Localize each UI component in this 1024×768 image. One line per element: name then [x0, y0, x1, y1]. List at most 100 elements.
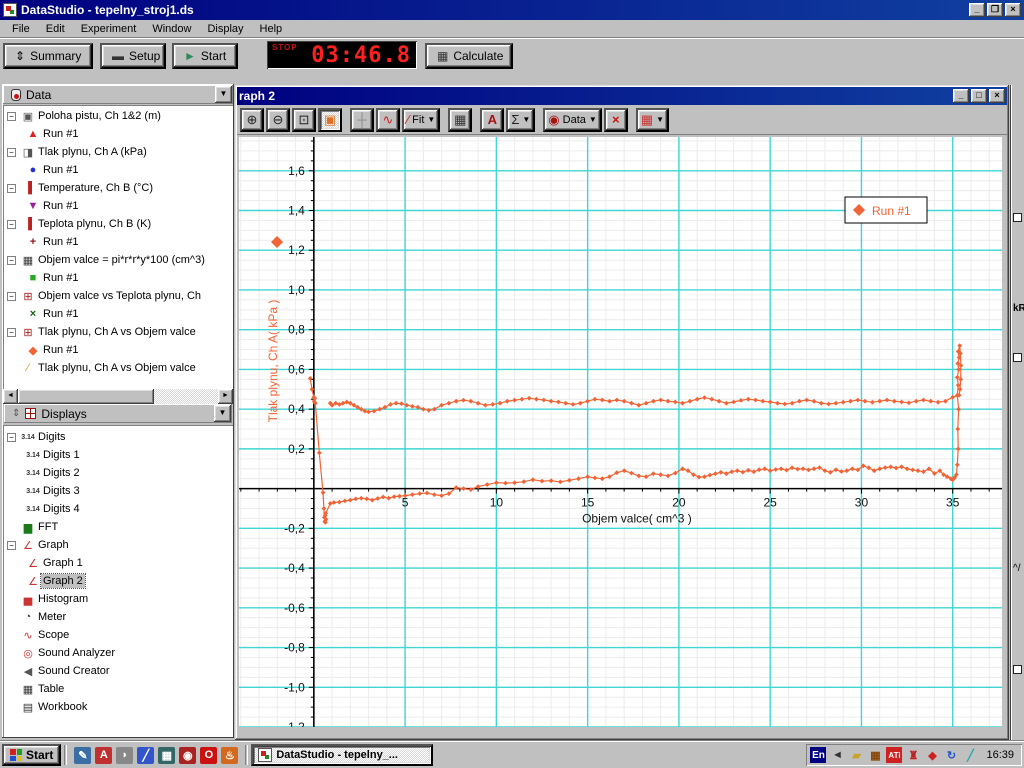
tray-scheduler-icon[interactable]: ▦ [867, 747, 883, 763]
displays-tree-item-sound-creator[interactable]: ◀Sound Creator [3, 662, 233, 680]
quicklaunch-flame-icon[interactable]: ♨ [221, 747, 238, 764]
menu-file[interactable]: File [4, 21, 38, 37]
menu-help[interactable]: Help [252, 21, 291, 37]
data-tree-item[interactable]: −▣Poloha pistu, Ch 1&2 (m) [3, 107, 233, 125]
datastudio-task-button[interactable]: DataStudio - tepelny_... [251, 744, 433, 766]
lock-axes-button[interactable]: ▣ [318, 108, 342, 132]
displays-tree-item-digits-3[interactable]: 3.14Digits 3 [3, 482, 233, 500]
tree-expand-toggle[interactable]: − [7, 328, 16, 337]
display-label: Sound Creator [36, 664, 112, 678]
data-tree-item[interactable]: −⊞Tlak plynu, Ch A vs Objem valce [3, 323, 233, 341]
run-item[interactable]: +Run #1 [3, 233, 233, 251]
quicklaunch-calculator-icon[interactable]: ▦ [158, 747, 175, 764]
delete-button[interactable]: × [604, 108, 628, 132]
chart-plot-area[interactable]: 1,61,41,21,00,80,60,40,2-0,2-0,4-0,6-0,8… [239, 137, 1002, 727]
data-tree-item[interactable]: −▐Temperature, Ch B (°C) [3, 179, 233, 197]
scrollbar-thumb[interactable] [18, 389, 154, 404]
tree-expand-toggle[interactable]: − [7, 220, 16, 229]
run-item[interactable]: ●Run #1 [3, 161, 233, 179]
data-tree-item[interactable]: −▦Objem valce = pi*r*r*y*100 (cm^3) [3, 251, 233, 269]
tree-expand-toggle[interactable]: − [7, 256, 16, 265]
displays-tree-item-digits-1[interactable]: 3.14Digits 1 [3, 446, 233, 464]
displays-tree-item-digits-2[interactable]: 3.14Digits 2 [3, 464, 233, 482]
zoom-out-button[interactable]: ⊖ [266, 108, 290, 132]
displays-tree-item-workbook[interactable]: ▤Workbook [3, 698, 233, 716]
volume-icon[interactable]: ◄ [829, 747, 845, 763]
tray-line-icon[interactable]: ╱ [962, 747, 978, 763]
displays-tree-item-graph-2[interactable]: ∠Graph 2 [3, 572, 233, 590]
smart-tool-button[interactable]: ┼ [350, 108, 374, 132]
menu-experiment[interactable]: Experiment [73, 21, 145, 37]
displays-tree-item-sound-analyzer[interactable]: ◎Sound Analyzer [3, 644, 233, 662]
calculator-button[interactable]: ▦ [448, 108, 472, 132]
scroll-right-arrow[interactable]: ► [218, 389, 233, 404]
displays-tree-item-meter[interactable]: ◔Meter [3, 608, 233, 626]
tray-brush-icon[interactable]: ▰ [848, 747, 864, 763]
displays-panel-header[interactable]: ⇕ Displays ▼ [4, 404, 232, 423]
tree-expand-toggle[interactable]: − [7, 148, 16, 157]
fit-dropdown[interactable]: ∕Fit▼ [402, 108, 440, 132]
tree-expand-toggle[interactable]: − [7, 541, 16, 550]
data-tree-item[interactable]: ∕Tlak plynu, Ch A vs Objem valce [3, 359, 233, 377]
displays-tree-item-digits[interactable]: −3.14Digits [3, 428, 233, 446]
run-item[interactable]: ◆Run #1 [3, 341, 233, 359]
text-annotation-button[interactable]: A [480, 108, 504, 132]
data-header-dropdown[interactable]: ▼ [215, 86, 232, 103]
displays-tree-item-graph-1[interactable]: ∠Graph 1 [3, 554, 233, 572]
quicklaunch-opera-icon[interactable]: O [200, 747, 217, 764]
displays-tree-item-scope[interactable]: ∿Scope [3, 626, 233, 644]
data-tree-item[interactable]: −▐Teplota plynu, Ch B (K) [3, 215, 233, 233]
graph-titlebar[interactable]: raph 2 _ □ × [237, 87, 1007, 105]
tray-ati-icon[interactable]: ATi [886, 747, 902, 763]
displays-tree-item-fft[interactable]: ▆FFT [3, 518, 233, 536]
setup-button[interactable]: ▬ Setup [100, 43, 166, 69]
data-panel-header[interactable]: Data ▼ [3, 85, 233, 104]
tree-expand-toggle[interactable]: − [7, 184, 16, 193]
quicklaunch-notes-icon[interactable]: ✎ [74, 747, 91, 764]
tree-expand-toggle[interactable]: − [7, 292, 16, 301]
run-item[interactable]: ▲Run #1 [3, 125, 233, 143]
menu-window[interactable]: Window [144, 21, 199, 37]
summary-button[interactable]: ⇕ Summary [3, 43, 93, 69]
data-tree-hscrollbar[interactable]: ◄ ► [3, 389, 233, 404]
restore-button[interactable]: ❐ [987, 3, 1003, 17]
data-tree-item[interactable]: −◨Tlak plynu, Ch A (kPa) [3, 143, 233, 161]
run-item[interactable]: ×Run #1 [3, 305, 233, 323]
graph-minimize-button[interactable]: _ [953, 89, 969, 103]
minimize-button[interactable]: _ [969, 3, 985, 17]
quicklaunch-pen-icon[interactable]: ╱ [137, 747, 154, 764]
tray-diamond-icon[interactable]: ◆ [924, 747, 940, 763]
zoom-select-button[interactable]: ⊡ [292, 108, 316, 132]
displays-tree-item-table[interactable]: ▦Table [3, 680, 233, 698]
graph-settings-dropdown[interactable]: ▦▼ [636, 108, 669, 132]
quicklaunch-acrobat-icon[interactable]: A [95, 747, 112, 764]
start-menu-button[interactable]: Start [2, 744, 61, 766]
start-button[interactable]: ► Start [172, 43, 238, 69]
graph-close-button[interactable]: × [989, 89, 1005, 103]
displays-header-dropdown[interactable]: ▼ [214, 405, 231, 422]
tray-figure-icon[interactable]: ♜ [905, 747, 921, 763]
displays-tree-item-histogram[interactable]: ▅Histogram [3, 590, 233, 608]
displays-tree-item-digits-4[interactable]: 3.14Digits 4 [3, 500, 233, 518]
run-item[interactable]: ■Run #1 [3, 269, 233, 287]
tree-expand-toggle[interactable]: − [7, 112, 16, 121]
close-button[interactable]: × [1005, 3, 1021, 17]
run-item[interactable]: ▼Run #1 [3, 197, 233, 215]
language-indicator[interactable]: En [810, 747, 826, 763]
displays-tree-item-graph[interactable]: −∠Graph [3, 536, 233, 554]
menu-display[interactable]: Display [199, 21, 251, 37]
tree-expand-toggle[interactable]: − [7, 433, 16, 442]
splitter-icon[interactable]: ⇕ [12, 408, 20, 419]
calculate-button[interactable]: ▦ Calculate [425, 43, 513, 69]
zoom-in-button[interactable]: ⊕ [240, 108, 264, 132]
data-tree-item[interactable]: −⊞Objem valce vs Teplota plynu, Ch [3, 287, 233, 305]
quicklaunch-red-icon[interactable]: ◉ [179, 747, 196, 764]
quicklaunch-gray-icon[interactable]: ◗ [116, 747, 133, 764]
scroll-left-arrow[interactable]: ◄ [3, 389, 18, 404]
menu-edit[interactable]: Edit [38, 21, 73, 37]
graph-maximize-button[interactable]: □ [971, 89, 987, 103]
data-dropdown[interactable]: ◉Data▼ [543, 108, 602, 132]
tray-sync-icon[interactable]: ↻ [943, 747, 959, 763]
slope-tool-button[interactable]: ∿ [376, 108, 400, 132]
statistics-dropdown[interactable]: Σ▼ [506, 108, 535, 132]
